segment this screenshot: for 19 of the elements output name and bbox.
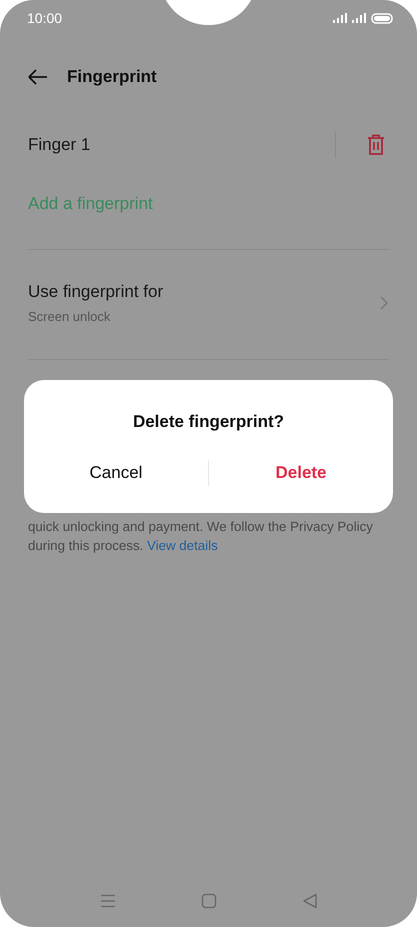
page-title: Fingerprint: [67, 67, 157, 87]
fingerprint-name[interactable]: Finger 1: [28, 135, 335, 155]
setting-value: Screen unlock: [28, 309, 112, 324]
cancel-button[interactable]: Cancel: [24, 455, 208, 491]
home-square-icon[interactable]: [200, 893, 216, 909]
delete-button[interactable]: Delete: [209, 455, 393, 491]
status-time: 10:00: [27, 10, 62, 26]
chevron-right-icon: [380, 296, 388, 310]
settings-row[interactable]: Use fingerprint for Screen unlock: [28, 250, 389, 324]
back-arrow-icon[interactable]: [28, 69, 48, 85]
setting-title: Use fingerprint for: [28, 282, 164, 302]
dialog-title: Delete fingerprint?: [132, 412, 286, 432]
menu-icon[interactable]: [100, 894, 116, 908]
signal-icon: [333, 13, 347, 23]
trash-icon[interactable]: [367, 134, 385, 156]
battery-icon: [371, 12, 393, 24]
back-triangle-icon[interactable]: [302, 893, 318, 909]
privacy-notice: quick unlocking and payment. We follow the Privacy Policy during this process. View details: [28, 518, 374, 555]
signal-icon: [352, 13, 366, 23]
